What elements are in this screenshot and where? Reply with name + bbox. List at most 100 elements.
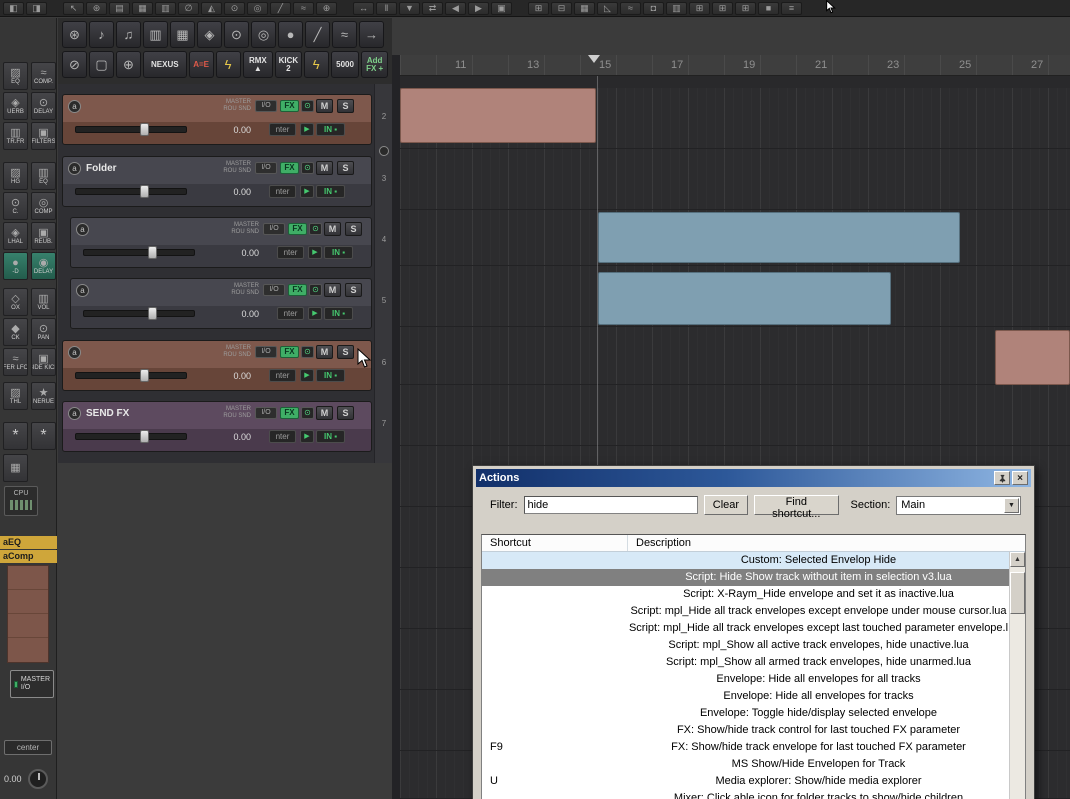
media-item-3[interactable] [598,272,891,325]
column-header-description[interactable]: Description [628,535,1025,551]
sidebar-item-fx-reverb-2[interactable]: ▣REUB. [31,222,56,250]
media-item-1[interactable] [400,88,596,143]
fx-slot-aeq[interactable]: aEQ [0,536,57,549]
item-properties-icon[interactable]: ▦ [574,2,595,15]
volume-fader[interactable] [83,310,195,317]
sidebar-item-fx-pan[interactable]: ⊙PAN [31,318,56,346]
action-row[interactable]: Envelope: Hide all envelopes for tracks [482,688,1009,705]
sidebar-item-fx-box[interactable]: ◇OX [3,288,28,316]
dropdown-arrow-icon[interactable]: ▼ [1004,498,1019,513]
scroll-up-icon[interactable]: ▲ [1010,552,1025,567]
sidebar-item-fx-comp[interactable]: ≈COMP. [31,62,56,90]
record-arm-button[interactable]: a [68,100,81,113]
grid-bars-3-icon[interactable]: ⊞ [735,2,756,15]
sidebar-item-fx-hg[interactable]: ▨HG [3,162,28,190]
pan-knob[interactable] [28,769,48,789]
volume-fader[interactable] [75,126,187,133]
fx-chain-strip[interactable] [7,565,49,663]
tcp-arrange-divider[interactable] [392,55,400,799]
fade-tool-icon[interactable]: ◺ [597,2,618,15]
track-number[interactable]: 5 [375,296,393,305]
volume-fader-handle[interactable] [140,123,149,136]
io-button[interactable]: I/O [255,100,277,112]
volume-fader[interactable] [75,188,187,195]
sidebar-item-pattern-grid[interactable]: ▦ [3,454,28,482]
mute-button[interactable]: M [316,161,333,175]
sidebar-item-fx-hall[interactable]: ◈LHAL [3,222,28,250]
sidebar-item-fx-nerve[interactable]: ★NERUE [31,382,56,410]
metronome-icon[interactable]: ◭ [201,2,222,15]
io-button[interactable]: I/O [263,284,285,296]
monitor-play-icon[interactable]: ▶ [300,430,314,443]
toolbar-menu-icon[interactable]: ≡ [781,2,802,15]
track-number[interactable]: 6 [375,358,393,367]
volume-fader-handle[interactable] [148,307,157,320]
track-name[interactable]: Folder [86,163,117,174]
fx-power-icon[interactable]: ⊙ [301,407,314,419]
column-header-shortcut[interactable]: Shortcut [482,535,628,551]
sidebar-item-fx-lfo[interactable]: ≈FER LFO [3,348,28,376]
guitar-icon[interactable]: ♫ [116,21,141,48]
mixer-view-icon[interactable]: ▥ [155,2,176,15]
track-panel-5[interactable]: aMASTERROU SNDI/OFX⊙MS0.00nter▶IN ▪ [70,278,372,329]
percussion-icon[interactable]: ♪ [89,21,114,48]
5000-plugin-button[interactable]: 5000 [331,51,360,78]
fx-power-icon[interactable]: ⊙ [309,284,322,296]
action-row[interactable]: Envelope: Toggle hide/display selected e… [482,705,1009,722]
envelope-visible-icon[interactable]: ≈ [620,2,641,15]
pan-display[interactable]: nter [269,430,296,443]
gear-icon[interactable]: ⊛ [86,2,107,15]
sidebar-item-fx-vol[interactable]: ▥VOL [31,288,56,316]
sidebar-item-fx-eq[interactable]: ▨EQ [3,62,28,90]
track-number[interactable]: 2 [375,112,393,121]
input-button[interactable]: IN ▪ [316,369,345,382]
solo-button[interactable]: S [345,222,362,236]
sidebar-item-fx-comp-2[interactable]: ◎COMP [31,192,56,220]
monitor-play-icon[interactable]: ▶ [300,123,314,136]
pan-display[interactable]: nter [277,307,304,320]
eq-circle-icon[interactable]: ⊘ [62,51,87,78]
sidebar-item-fx-transient[interactable]: ▥TR.FR [3,122,28,150]
globe-synth-icon[interactable]: ⊕ [116,51,141,78]
track-number[interactable]: 3 [375,174,393,183]
track-panel-4[interactable]: aMASTERROU SNDI/OFX⊙MS0.00nter▶IN ▪ [70,217,372,268]
dock-page-right-icon[interactable]: ◨ [26,2,47,15]
input-button[interactable]: IN ▪ [316,430,345,443]
section-dropdown[interactable]: Main ▼ [896,496,1021,515]
action-row[interactable]: Mixer: Click able icon for folder tracks… [482,790,1009,799]
nudge-right-icon[interactable]: ▶ [468,2,489,15]
track-lane[interactable] [400,385,1070,446]
waveform-icon[interactable]: ≈ [332,21,357,48]
edit-off-icon[interactable]: ∅ [178,2,199,15]
action-row[interactable]: Script: Hide Show track without item in … [482,569,1009,586]
action-row[interactable]: Script: X-Raym_Hide envelope and set it … [482,586,1009,603]
fx-button[interactable]: FX [288,223,307,235]
pencil-icon[interactable]: ╱ [305,21,330,48]
input-button[interactable]: IN ▪ [316,185,345,198]
split-tool-icon[interactable]: ‖ [376,2,397,15]
action-row[interactable]: MS Show/Hide Envelopen for Track [482,756,1009,773]
input-button[interactable]: IN ▪ [324,307,353,320]
pin-button[interactable] [994,471,1010,485]
fx-button[interactable]: FX [280,100,299,112]
monitor-play-icon[interactable]: ▶ [300,369,314,382]
sidebar-item-fx-reverb[interactable]: ◈UERB [3,92,28,120]
sidebar-item-fx-kick[interactable]: ◆CK [3,318,28,346]
vocalist-icon[interactable]: ● [278,21,303,48]
fx-button[interactable]: FX [280,407,299,419]
io-button[interactable]: I/O [255,407,277,419]
record-arm-button[interactable]: a [68,346,81,359]
action-row[interactable]: Custom: Selected Envelop Hide [482,552,1009,569]
track-panel-2[interactable]: aMASTERROU SNDI/OFX⊙MS0.00nter▶IN ▪ [62,94,372,145]
sidebar-item-preset-star-2[interactable]: * [31,422,56,450]
fx-power-icon[interactable]: ⊙ [301,346,314,358]
zoom-in-icon[interactable]: ⊕ [316,2,337,15]
action-row[interactable]: Script: mpl_Show all armed track envelop… [482,654,1009,671]
grid-snap-icon[interactable]: ⊞ [528,2,549,15]
media-item-4[interactable] [995,330,1070,385]
volume-fader[interactable] [75,433,187,440]
mute-button[interactable]: M [316,345,333,359]
input-button[interactable]: IN ▪ [316,123,345,136]
track-number[interactable]: 7 [375,419,393,428]
volume-fader[interactable] [83,249,195,256]
